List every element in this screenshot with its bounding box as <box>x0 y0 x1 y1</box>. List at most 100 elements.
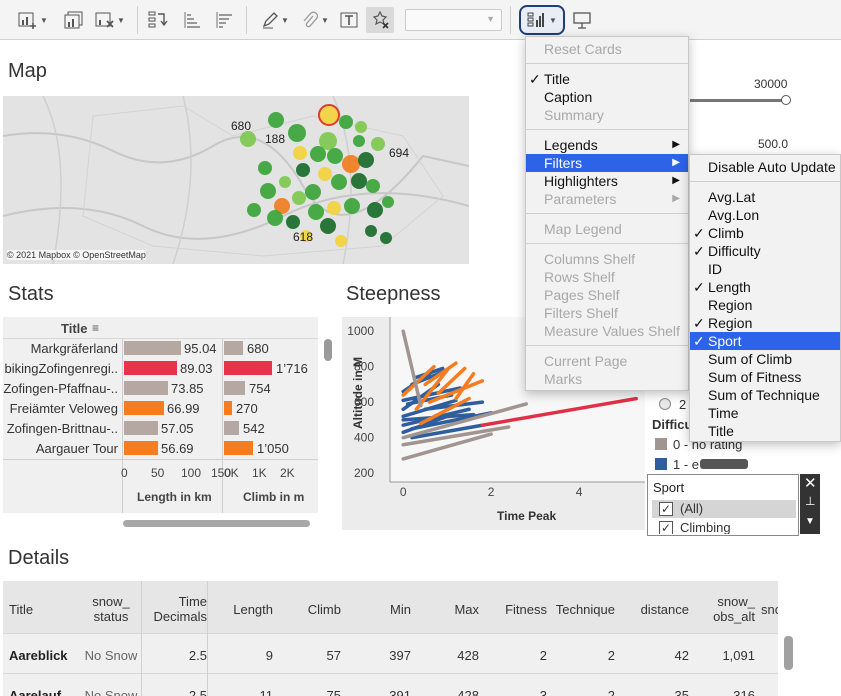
column-header[interactable]: snow_ obs_alt <box>691 594 755 624</box>
map-marker[interactable] <box>320 106 338 124</box>
stats-row[interactable]: Markgräferland 95.04 680 <box>3 338 318 358</box>
map-marker[interactable] <box>247 203 261 217</box>
stats-row[interactable]: Aargauer Tour 56.69 1’050 <box>3 438 318 458</box>
duplicate-icon[interactable] <box>62 7 86 33</box>
highlight-pen-icon[interactable]: ▼ <box>258 7 292 33</box>
column-header[interactable]: Title <box>9 602 79 617</box>
fix-axes-icon[interactable] <box>366 7 394 33</box>
menu-item[interactable]: ✓ Title <box>526 70 688 88</box>
stats-row[interactable]: bikingZofingenregi.. 89.03 1’716 <box>3 358 318 378</box>
climb-bar[interactable] <box>224 421 239 435</box>
length-bar[interactable] <box>124 381 168 395</box>
table-row[interactable]: Aareblick No Snow 2.5 9 57 397 428 2 2 42 1,091 <box>3 633 778 673</box>
clear-sheet-icon[interactable]: ▼ <box>92 7 128 33</box>
menu-item[interactable]: Region <box>690 296 840 314</box>
legend-swatch-0[interactable] <box>655 438 667 450</box>
map-marker[interactable] <box>308 204 324 220</box>
column-header[interactable]: Time Decimals <box>143 594 207 624</box>
map-marker[interactable] <box>267 210 283 226</box>
map-marker[interactable] <box>296 163 310 177</box>
show-cards-button[interactable]: ▼ <box>519 5 565 35</box>
swap-rows-columns-icon[interactable] <box>146 7 170 33</box>
map-marker[interactable] <box>286 215 300 229</box>
new-worksheet-icon[interactable]: ▼ <box>18 7 48 33</box>
filter-option-climbing[interactable]: ✓ Climbing <box>652 520 796 534</box>
details-vertical-scrollbar[interactable] <box>784 636 793 670</box>
dropdown-select[interactable]: ▼ <box>405 9 502 31</box>
column-header[interactable]: Min <box>343 602 411 617</box>
range-slider-handle[interactable] <box>781 95 791 105</box>
stats-row[interactable]: Zofingen-Brittnau-.. 57.05 542 <box>3 418 318 438</box>
range-slider-track[interactable] <box>690 99 786 102</box>
map-marker[interactable] <box>339 115 353 129</box>
checkbox-icon[interactable]: ✓ <box>659 521 673 534</box>
presentation-mode-icon[interactable] <box>570 7 594 33</box>
length-bar[interactable] <box>124 421 158 435</box>
menu-item[interactable]: Avg.Lon <box>690 206 840 224</box>
group-paperclip-icon[interactable]: ▼ <box>298 7 332 33</box>
column-header[interactable]: snow_ status <box>81 594 141 624</box>
climb-bar[interactable] <box>224 441 253 455</box>
map-marker[interactable] <box>382 196 394 208</box>
column-header[interactable]: Climb <box>275 602 341 617</box>
chevron-down-icon[interactable]: ▼ <box>805 516 815 527</box>
map-marker[interactable] <box>358 152 374 168</box>
map-marker[interactable] <box>260 183 276 199</box>
menu-item[interactable]: Filters ▶ <box>526 154 688 172</box>
map-marker[interactable] <box>310 146 326 162</box>
legend-label-1[interactable]: 1 - e <box>673 457 699 472</box>
map-marker[interactable] <box>331 174 347 190</box>
radio-button[interactable] <box>659 398 671 410</box>
stats-row[interactable]: Zofingen-Pfaffnau-.. 73.85 754 <box>3 378 318 398</box>
climb-bar[interactable] <box>224 381 245 395</box>
map-marker[interactable] <box>327 201 341 215</box>
climb-bar[interactable] <box>224 341 243 355</box>
stats-horizontal-scrollbar[interactable] <box>123 520 310 527</box>
column-header[interactable]: sno <box>761 602 778 617</box>
map-marker[interactable] <box>353 135 365 147</box>
menu-item[interactable]: ✓ Difficulty <box>690 242 840 260</box>
close-icon[interactable]: ✕ <box>804 474 817 492</box>
map-marker[interactable] <box>279 176 291 188</box>
map-marker[interactable] <box>293 146 307 160</box>
map-marker[interactable] <box>371 137 385 151</box>
menu-item[interactable]: Disable Auto Update <box>690 158 840 176</box>
show-labels-icon[interactable] <box>336 7 362 33</box>
map-marker[interactable] <box>292 191 306 205</box>
sort-descending-icon[interactable] <box>212 7 236 33</box>
menu-item[interactable]: Legends ▶ <box>526 136 688 154</box>
column-header[interactable]: Technique <box>549 602 615 617</box>
length-bar[interactable] <box>124 401 164 415</box>
column-header[interactable]: Fitness <box>481 602 547 617</box>
map-marker[interactable] <box>351 173 367 189</box>
column-header[interactable]: Length <box>209 602 273 617</box>
table-row[interactable]: Aarelauf No Snow 2.5 11 75 391 428 3 2 35 316 <box>3 673 778 696</box>
stats-vertical-scrollbar[interactable] <box>324 339 332 361</box>
menu-item[interactable]: ID <box>690 260 840 278</box>
menu-item[interactable]: ✓ Sport <box>690 332 840 350</box>
sort-icon[interactable]: ≡ <box>92 321 99 335</box>
length-bar[interactable] <box>124 341 181 355</box>
menu-item[interactable]: ✓ Region <box>690 314 840 332</box>
filter-option-all[interactable]: ✓ (All) <box>652 500 796 518</box>
menu-item[interactable]: ✓ Length <box>690 278 840 296</box>
map-marker[interactable] <box>355 121 367 133</box>
menu-item[interactable]: Sum of Fitness <box>690 368 840 386</box>
climb-bar[interactable] <box>224 361 272 375</box>
sort-ascending-icon[interactable] <box>180 7 204 33</box>
menu-item[interactable]: ✓ Climb <box>690 224 840 242</box>
stats-row[interactable]: Freiämter Veloweg 66.99 270 <box>3 398 318 418</box>
map-marker[interactable] <box>320 218 336 234</box>
map-marker[interactable] <box>366 179 380 193</box>
menu-item[interactable]: Time <box>690 404 840 422</box>
stats-title-header[interactable]: Title <box>61 321 88 336</box>
map-marker[interactable] <box>342 155 360 173</box>
map-marker[interactable] <box>365 225 377 237</box>
menu-item[interactable]: Sum of Climb <box>690 350 840 368</box>
menu-item[interactable]: Title <box>690 422 840 440</box>
menu-item[interactable]: Sum of Technique <box>690 386 840 404</box>
length-bar[interactable] <box>124 441 158 455</box>
column-header[interactable]: distance <box>617 602 689 617</box>
checkbox-icon[interactable]: ✓ <box>659 502 673 516</box>
map-marker[interactable] <box>367 202 383 218</box>
